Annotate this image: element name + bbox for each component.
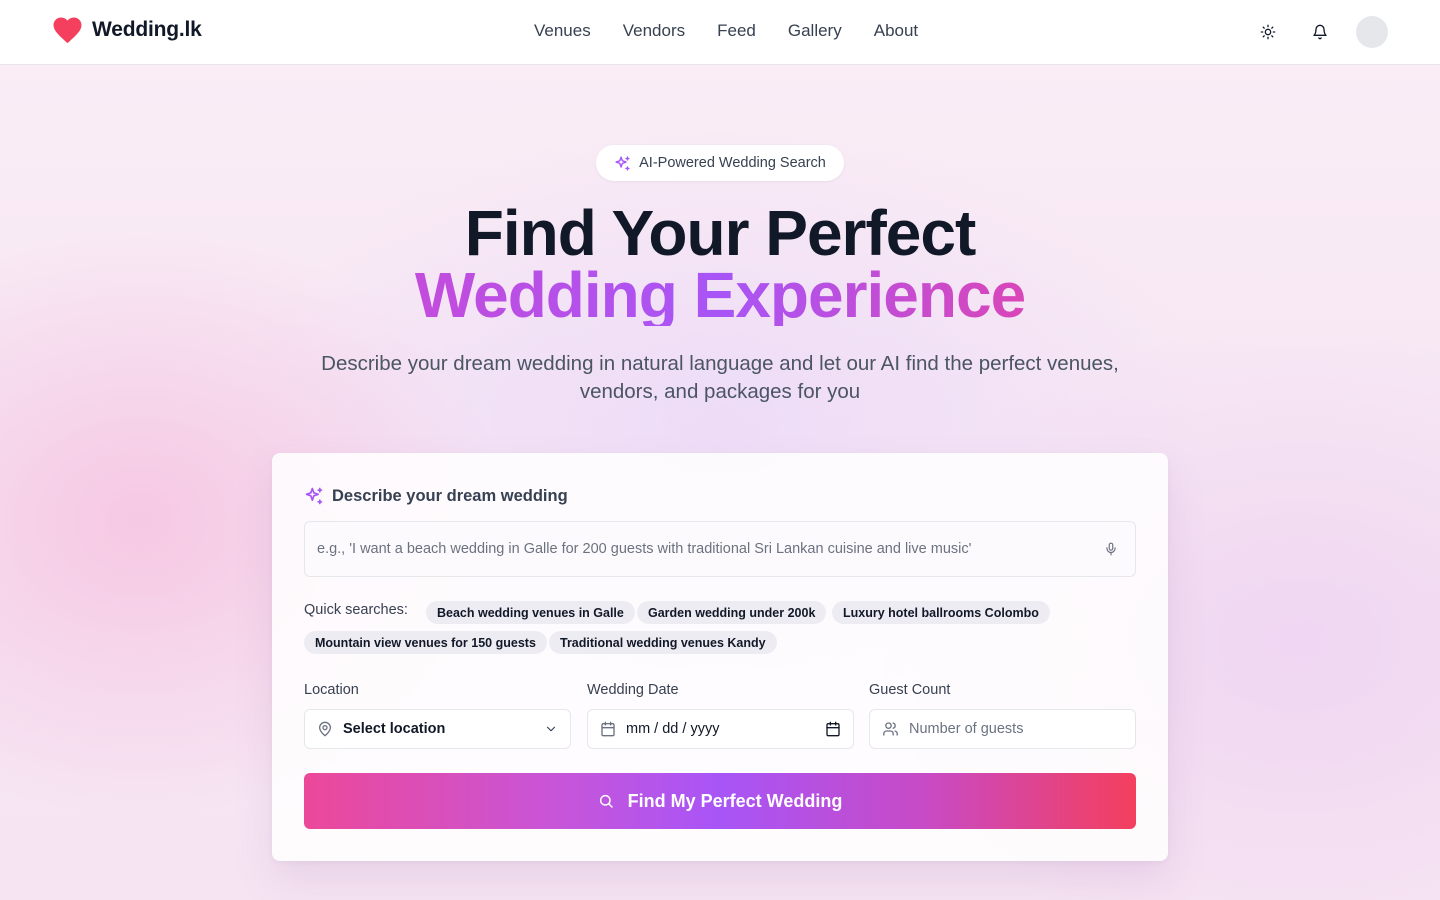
quick-searches-label: Quick searches: xyxy=(304,602,408,618)
voice-input-button[interactable] xyxy=(1099,537,1123,561)
chevron-down-icon xyxy=(546,726,556,732)
hero-subtitle: Describe your dream wedding in natural l… xyxy=(321,352,1119,403)
search-card: Describe your dream wedding Quick search… xyxy=(272,453,1168,861)
location-select[interactable]: Select location xyxy=(304,709,571,749)
quick-search-chip[interactable]: Luxury hotel ballrooms Colombo xyxy=(832,601,1050,624)
user-avatar[interactable] xyxy=(1356,16,1388,48)
wedding-date-label: Wedding Date xyxy=(587,682,679,698)
search-card-title: Describe your dream wedding xyxy=(332,486,568,505)
sun-icon xyxy=(1260,24,1276,40)
location-label: Location xyxy=(304,682,359,698)
microphone-icon xyxy=(1106,542,1116,556)
quick-search-chip[interactable]: Beach wedding venues in Galle xyxy=(426,601,635,624)
map-pin-icon xyxy=(319,721,331,737)
guest-count-placeholder: Number of guests xyxy=(909,721,1024,737)
nav-actions xyxy=(1252,16,1388,48)
wedding-description-input[interactable] xyxy=(317,541,1099,557)
prompt-box xyxy=(304,521,1136,577)
notifications-button[interactable] xyxy=(1304,16,1336,48)
nav-link-venues[interactable]: Venues xyxy=(534,21,591,41)
search-icon xyxy=(599,794,613,808)
wedding-date-value: mm / dd / yyyy xyxy=(626,721,720,737)
calendar-icon xyxy=(601,721,615,737)
nav-link-about[interactable]: About xyxy=(874,21,918,41)
guest-count-input[interactable]: Number of guests xyxy=(869,709,1136,749)
hero-title-line2: Wedding Experience xyxy=(414,259,1026,331)
find-wedding-button[interactable]: Find My Perfect Wedding xyxy=(304,773,1136,829)
guest-count-label: Guest Count xyxy=(869,682,951,698)
nav-link-feed[interactable]: Feed xyxy=(717,21,756,41)
users-icon xyxy=(883,722,898,736)
sparkles-icon xyxy=(305,487,323,505)
calendar-picker-icon[interactable] xyxy=(825,721,841,737)
nav-link-vendors[interactable]: Vendors xyxy=(623,21,685,41)
nav-link-gallery[interactable]: Gallery xyxy=(788,21,842,41)
find-wedding-button-label: Find My Perfect Wedding xyxy=(627,790,843,811)
quick-search-chip[interactable]: Garden wedding under 200k xyxy=(637,601,827,624)
ai-badge-text: AI-Powered Wedding Search xyxy=(639,155,826,171)
bell-icon xyxy=(1313,24,1327,40)
brand-logo[interactable]: Wedding.lk xyxy=(52,16,202,44)
quick-search-chip[interactable]: Traditional wedding venues Kandy xyxy=(549,631,777,654)
main-nav: Venues Vendors Feed Gallery About xyxy=(534,21,918,41)
hero-title: Find Your Perfect Wedding Experience xyxy=(0,197,1440,331)
hero-title-line1: Find Your Perfect xyxy=(464,197,977,269)
quick-search-chip[interactable]: Mountain view venues for 150 guests xyxy=(304,631,547,654)
wedding-date-input[interactable]: mm / dd / yyyy xyxy=(587,709,854,749)
search-card-header: Describe your dream wedding xyxy=(304,486,568,506)
ai-badge: AI-Powered Wedding Search xyxy=(596,145,844,181)
heart-icon xyxy=(53,17,82,44)
location-value: Select location xyxy=(343,721,446,737)
theme-toggle-button[interactable] xyxy=(1252,16,1284,48)
top-navbar: Wedding.lk Venues Vendors Feed Gallery A… xyxy=(0,0,1440,65)
sparkles-icon xyxy=(615,155,630,171)
brand-name: Wedding.lk xyxy=(92,18,202,41)
